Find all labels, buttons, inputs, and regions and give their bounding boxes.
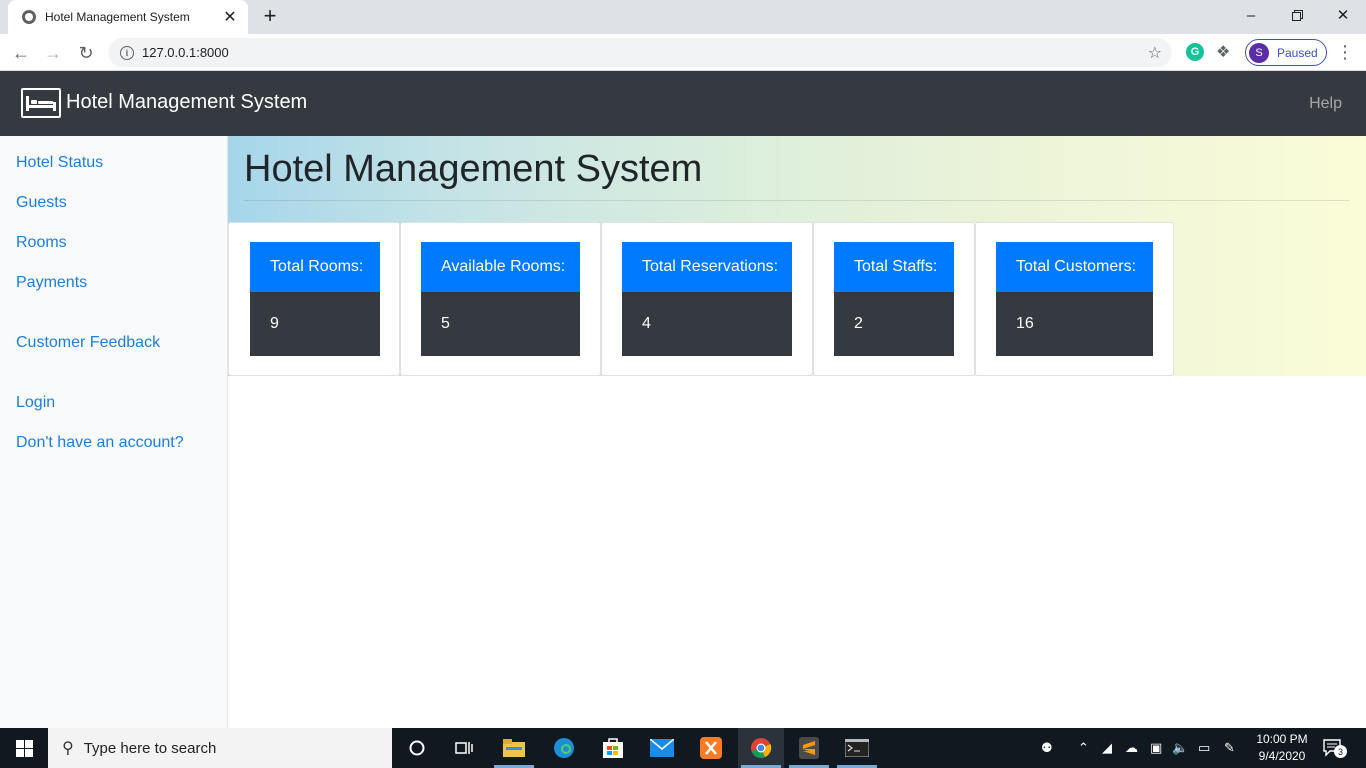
sidebar-item-hotel-status[interactable]: Hotel Status — [16, 154, 103, 172]
profile-status: Paused — [1277, 45, 1318, 60]
notification-center-icon[interactable]: 3 — [1323, 738, 1347, 758]
stat-card-total-customers: Total Customers: 16 — [975, 222, 1174, 376]
reload-icon[interactable]: ↻ — [73, 40, 99, 66]
battery-icon[interactable]: ▭ — [1198, 740, 1210, 756]
chevron-up-icon[interactable]: ⌃ — [1078, 740, 1089, 756]
windows-taskbar: ⚲ Type here to search ⚉ ⌃ ◢ ☁ ▣ 🔈 ▭ ✎ 10… — [0, 728, 1366, 768]
app-navbar: Hotel Management System Help — [0, 71, 1366, 136]
stat-card-label: Available Rooms: — [421, 242, 580, 292]
mail-icon[interactable] — [648, 734, 676, 762]
globe-icon — [22, 10, 36, 24]
stat-card-total-rooms: Total Rooms: 9 — [228, 222, 400, 376]
browser-menu-icon[interactable]: ⋮ — [1336, 42, 1354, 63]
edge-browser-icon[interactable] — [550, 734, 578, 762]
stat-card-label: Total Reservations: — [622, 242, 792, 292]
bed-icon[interactable] — [21, 88, 61, 118]
stat-card-available-rooms: Available Rooms: 5 — [400, 222, 601, 376]
volume-icon[interactable]: 🔈 — [1172, 740, 1188, 756]
xampp-icon[interactable] — [697, 734, 725, 762]
stat-card-value: 9 — [250, 292, 380, 356]
address-bar[interactable]: i 127.0.0.1:8000 ☆ — [108, 38, 1172, 67]
stat-card-label: Total Rooms: — [250, 242, 380, 292]
url-text: 127.0.0.1:8000 — [142, 45, 229, 60]
divider — [244, 200, 1350, 201]
sidebar-item-signup[interactable]: Don't have an account? — [16, 434, 184, 452]
restore-icon[interactable] — [1274, 0, 1320, 30]
stat-card-value: 2 — [834, 292, 954, 356]
microsoft-store-icon[interactable] — [599, 734, 627, 762]
brand-title[interactable]: Hotel Management System — [66, 91, 307, 114]
cortana-icon[interactable] — [403, 734, 431, 762]
stat-card-label: Total Customers: — [996, 242, 1153, 292]
avatar: S — [1249, 42, 1269, 63]
clock-time: 10:00 PM — [1256, 732, 1308, 746]
stat-card-total-reservations: Total Reservations: 4 — [601, 222, 813, 376]
windows-start-icon[interactable] — [0, 728, 48, 768]
stat-card-value: 4 — [622, 292, 792, 356]
clock-date: 9/4/2020 — [1258, 749, 1306, 763]
bookmark-star-icon[interactable]: ☆ — [1148, 43, 1162, 63]
task-view-icon[interactable] — [450, 734, 478, 762]
sidebar: Hotel Status Guests Rooms Payments Custo… — [0, 136, 228, 728]
pen-icon[interactable]: ✎ — [1224, 740, 1235, 756]
browser-tab-strip: Hotel Management System ✕ + – ✕ — [0, 0, 1366, 34]
sidebar-item-customer-feedback[interactable]: Customer Feedback — [16, 334, 160, 352]
sidebar-item-login[interactable]: Login — [16, 394, 55, 412]
search-placeholder: Type here to search — [83, 739, 217, 757]
browser-tab[interactable]: Hotel Management System ✕ — [8, 0, 248, 34]
forward-icon[interactable]: → — [40, 40, 66, 66]
sidebar-item-guests[interactable]: Guests — [16, 194, 67, 212]
chrome-icon[interactable] — [747, 734, 775, 762]
stat-card-label: Total Staffs: — [834, 242, 954, 292]
profile-button[interactable]: S Paused — [1245, 39, 1327, 66]
sublime-text-icon[interactable] — [795, 734, 823, 762]
page-title: Hotel Management System — [244, 148, 703, 190]
grammarly-extension-icon[interactable]: G — [1186, 43, 1204, 61]
sidebar-item-rooms[interactable]: Rooms — [16, 234, 67, 252]
system-clock[interactable]: 10:00 PM 9/4/2020 — [1252, 731, 1312, 765]
search-icon: ⚲ — [62, 740, 74, 757]
onedrive-cloud-icon[interactable]: ☁ — [1125, 740, 1138, 756]
terminal-icon[interactable] — [843, 734, 871, 762]
new-tab-button[interactable]: + — [258, 5, 282, 29]
browser-toolbar: ← → ↻ i 127.0.0.1:8000 ☆ G ❖ S Paused ⋮ — [0, 34, 1366, 71]
minimize-icon[interactable]: – — [1228, 0, 1274, 30]
window-close-icon[interactable]: ✕ — [1320, 0, 1366, 30]
stat-card-value: 16 — [996, 292, 1153, 356]
file-explorer-icon[interactable] — [500, 734, 528, 762]
tab-title: Hotel Management System — [45, 10, 190, 24]
security-icon[interactable]: ▣ — [1150, 740, 1162, 756]
dashboard-header: Hotel Management System Total Rooms: 9 A… — [228, 136, 1366, 376]
stat-card-value: 5 — [421, 292, 580, 356]
back-icon[interactable]: ← — [8, 40, 34, 66]
help-link[interactable]: Help — [1309, 95, 1342, 113]
taskbar-search-input[interactable]: ⚲ Type here to search — [48, 728, 392, 768]
notification-badge: 3 — [1334, 745, 1347, 758]
site-info-icon[interactable]: i — [120, 45, 134, 60]
extensions-puzzle-icon[interactable]: ❖ — [1216, 42, 1230, 62]
wifi-icon[interactable]: ◢ — [1102, 740, 1112, 756]
sidebar-item-payments[interactable]: Payments — [16, 274, 87, 292]
tab-close-icon[interactable]: ✕ — [222, 7, 238, 27]
stat-card-total-staffs: Total Staffs: 2 — [813, 222, 975, 376]
people-icon[interactable]: ⚉ — [1041, 740, 1053, 756]
